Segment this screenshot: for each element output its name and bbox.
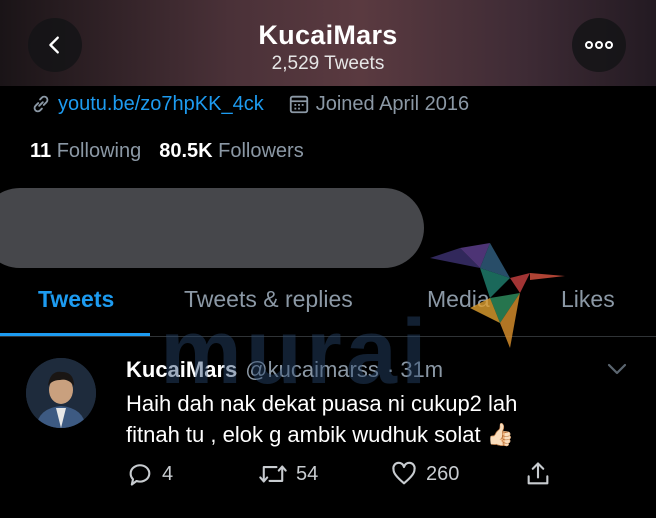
retweet-count: 54 — [296, 462, 319, 485]
profile-tabs: Tweets Tweets & replies Media Likes — [0, 280, 656, 336]
followers-label: Followers — [218, 140, 304, 162]
tweet-timestamp: · 31m — [386, 357, 444, 382]
more-options-button[interactable] — [572, 18, 626, 72]
profile-name-title: KucaiMars — [258, 20, 398, 50]
retweet-icon — [259, 465, 287, 483]
followers-stat[interactable]: 80.5K Followers — [159, 140, 304, 163]
tweet-author-name[interactable]: KucaiMars — [126, 357, 237, 383]
avatar-person-image — [26, 358, 96, 428]
followers-count: 80.5K — [159, 140, 213, 162]
tweet-author-handle[interactable]: @kucaimarss — [245, 357, 379, 383]
share-button[interactable] — [524, 460, 552, 488]
like-count: 260 — [426, 462, 460, 485]
tweet-count: 2,529 Tweets — [271, 53, 385, 74]
chevron-down-icon — [607, 363, 627, 375]
following-count: 11 — [30, 140, 52, 162]
tab-likes[interactable]: Likes — [561, 286, 615, 313]
redacted-area — [0, 188, 424, 268]
tweet-text-line1: Haih dah nak dekat puasa ni cukup2 lah — [126, 391, 518, 416]
joined-date: Joined April 2016 — [315, 92, 470, 115]
calendar-icon — [289, 95, 308, 114]
tweet-actions: 4 54 260 — [126, 460, 566, 492]
share-icon — [527, 462, 549, 485]
reply-icon — [129, 464, 151, 486]
follow-stats: 11 Following 80.5K Followers — [30, 140, 304, 163]
avatar[interactable] — [26, 358, 96, 428]
tweet-menu-button[interactable] — [606, 362, 628, 381]
profile-meta-row: youtu.be/zo7hpKK_4ck Joined April 2016 — [30, 90, 469, 118]
more-dots-icon — [585, 41, 613, 49]
tweet-text-line2: fitnah tu , elok g ambik wudhuk solat — [126, 422, 481, 447]
tab-tweets-replies[interactable]: Tweets & replies — [184, 286, 353, 313]
like-button[interactable]: 260 — [390, 460, 459, 488]
link-icon — [33, 95, 49, 113]
tabs-divider — [0, 336, 656, 337]
tweet-header: KucaiMars @kucaimarss · 31m — [126, 357, 443, 383]
thumbs-up-emoji: 👍🏻 — [486, 422, 515, 447]
profile-website-link[interactable]: youtu.be/zo7hpKK_4ck — [58, 93, 264, 116]
tab-tweets[interactable]: Tweets — [38, 286, 114, 313]
retweet-button[interactable]: 54 — [258, 460, 318, 488]
tweet-text: Haih dah nak dekat puasa ni cukup2 lah f… — [126, 388, 626, 450]
reply-count: 4 — [162, 462, 174, 485]
reply-button[interactable]: 4 — [126, 460, 173, 488]
tab-media[interactable]: Media — [427, 286, 490, 313]
following-stat[interactable]: 11 Following — [30, 140, 141, 163]
following-label: Following — [56, 140, 142, 162]
heart-icon — [392, 461, 416, 485]
profile-header-banner: KucaiMars 2,529 Tweets — [0, 0, 656, 86]
